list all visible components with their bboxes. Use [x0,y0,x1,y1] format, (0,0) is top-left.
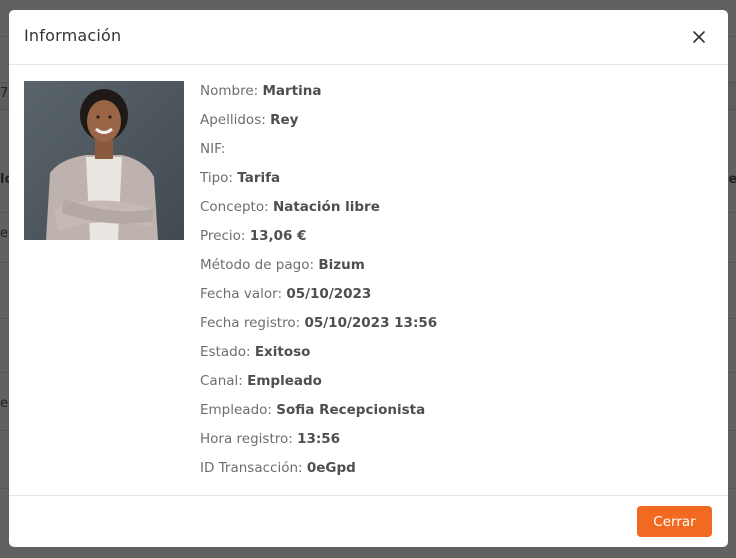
field-label: Fecha registro: [200,315,301,331]
field-label: Nombre: [200,83,259,99]
field-fecha-valor: Fecha valor: 05/10/2023 [200,284,437,313]
field-value: Martina [262,83,322,99]
modal-header: Información [9,10,728,65]
field-value: 13:56 [297,431,341,447]
field-tipo: Tipo: Tarifa [200,168,437,197]
field-apellidos: Apellidos: Rey [200,110,437,139]
field-precio: Precio: 13,06 € [200,226,437,255]
field-hora-registro: Hora registro: 13:56 [200,429,437,458]
field-empleado: Empleado: Sofia Recepcionista [200,400,437,429]
field-nif: NIF: [200,139,437,168]
field-estado: Estado: Exitoso [200,342,437,371]
field-label: Empleado: [200,402,272,418]
field-value: 05/10/2023 13:56 [304,315,438,331]
field-value: Empleado [247,373,322,389]
field-canal: Canal: Empleado [200,371,437,400]
modal-title: Información [24,26,122,45]
field-value: Exitoso [254,344,311,360]
field-value: Bizum [318,257,365,273]
field-label: Precio: [200,228,246,244]
field-label: Método de pago: [200,257,315,273]
modal-body: Nombre: Martina Apellidos: Rey NIF: Tipo… [9,65,728,495]
info-list: Nombre: Martina Apellidos: Rey NIF: Tipo… [200,81,437,487]
field-metodo-pago: Método de pago: Bizum [200,255,437,284]
field-label: Hora registro: [200,431,293,447]
field-value: Rey [270,112,299,128]
field-nombre: Nombre: Martina [200,81,437,110]
field-label: ID Transacción: [200,460,303,476]
field-label: Canal: [200,373,243,389]
field-id-transaccion: ID Transacción: 0eGpd [200,458,437,487]
field-label: Apellidos: [200,112,266,128]
user-photo [24,81,184,240]
field-value: 05/10/2023 [286,286,372,302]
close-icon[interactable] [689,27,709,47]
field-value: Tarifa [237,170,281,186]
info-modal: Información Nombre: Martina Apellidos: R… [9,10,728,547]
field-fecha-registro: Fecha registro: 05/10/2023 13:56 [200,313,437,342]
field-label: Concepto: [200,199,269,215]
field-label: NIF: [200,141,226,157]
field-label: Estado: [200,344,251,360]
close-button[interactable]: Cerrar [637,506,712,537]
modal-footer: Cerrar [9,495,728,547]
field-value: 13,06 € [249,228,307,244]
field-value: 0eGpd [306,460,356,476]
field-value: Sofia Recepcionista [276,402,426,418]
field-label: Tipo: [200,170,233,186]
field-label: Fecha valor: [200,286,283,302]
field-concepto: Concepto: Natación libre [200,197,437,226]
field-value: Natación libre [272,199,380,215]
